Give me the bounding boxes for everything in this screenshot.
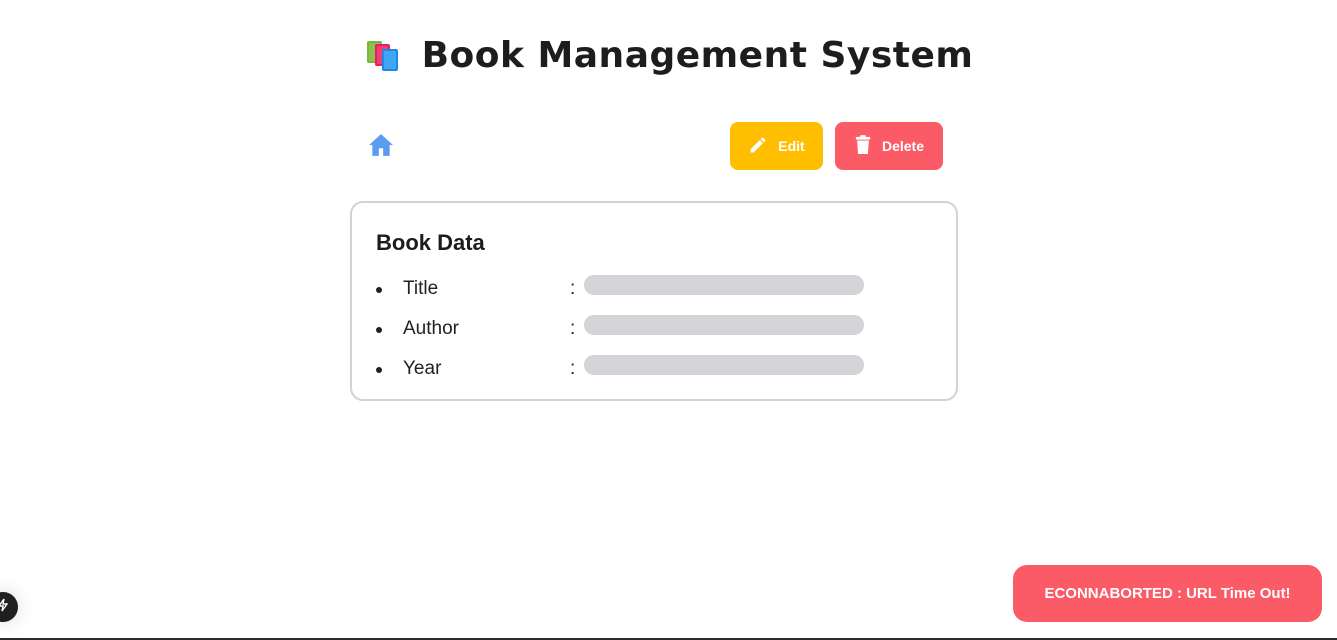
trash-icon — [854, 134, 872, 158]
bullet — [376, 367, 382, 373]
page-header: Book Management System — [0, 30, 1337, 80]
field-label: Author — [403, 318, 459, 339]
bullet — [376, 287, 382, 293]
field-separator: : — [570, 278, 576, 299]
delete-label: Delete — [881, 138, 925, 154]
toolbar: Edit Delete — [360, 122, 943, 170]
field-separator: : — [570, 318, 576, 339]
pencil-icon — [748, 135, 768, 158]
field-row-author: Author : — [352, 315, 956, 342]
edit-button[interactable]: Edit — [730, 122, 823, 170]
bullet — [376, 327, 382, 333]
floating-action-button[interactable] — [0, 592, 18, 622]
value-skeleton — [584, 275, 864, 295]
field-row-year: Year : — [352, 355, 956, 382]
book-data-card: Book Data Title : Author : Year : — [350, 201, 958, 401]
delete-button[interactable]: Delete — [835, 122, 943, 170]
home-icon — [368, 133, 394, 162]
value-skeleton — [584, 315, 864, 335]
toast-message: ECONNABORTED : URL Time Out! — [1044, 585, 1291, 602]
field-separator: : — [570, 358, 576, 379]
field-label: Year — [403, 358, 442, 379]
value-skeleton — [584, 355, 864, 375]
error-toast[interactable]: ECONNABORTED : URL Time Out! — [1013, 565, 1322, 622]
books-icon — [364, 35, 404, 75]
home-button[interactable] — [366, 132, 396, 162]
page-title: Book Management System — [421, 34, 974, 76]
lightning-icon — [0, 598, 10, 617]
card-title: Book Data — [376, 230, 485, 255]
field-label: Title — [403, 278, 439, 299]
field-row-title: Title : — [352, 275, 956, 302]
edit-label: Edit — [778, 138, 805, 154]
